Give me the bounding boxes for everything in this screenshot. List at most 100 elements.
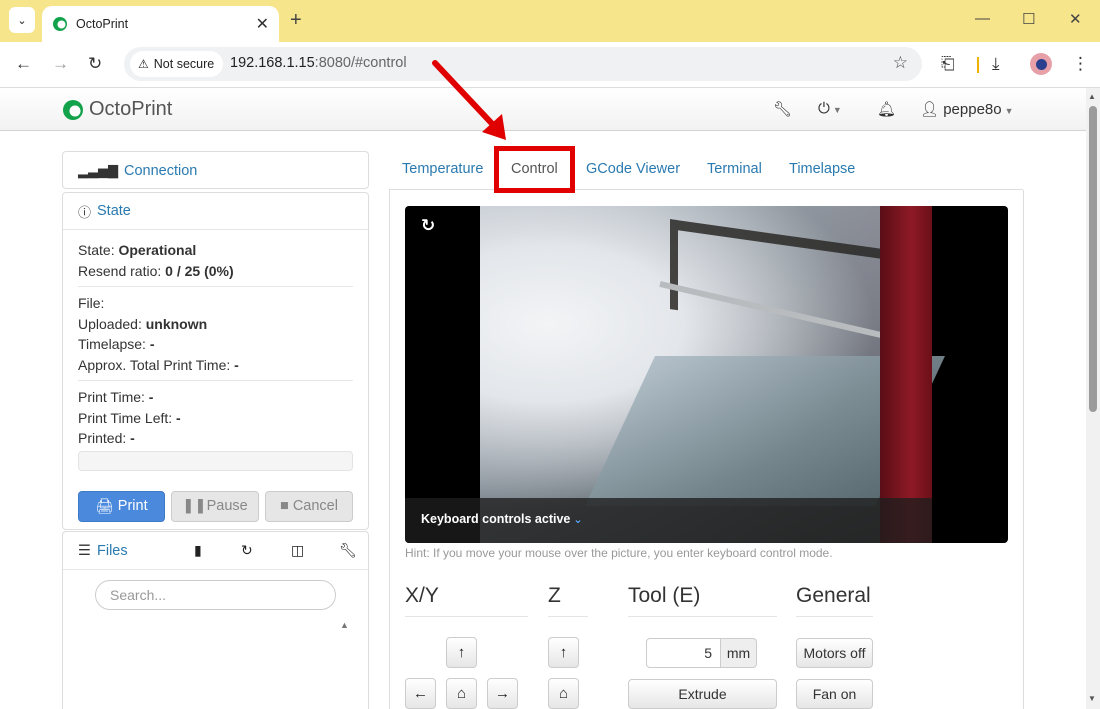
- x-minus-button[interactable]: ←: [405, 678, 436, 709]
- scroll-thumb[interactable]: [1089, 106, 1097, 412]
- timelapse-line: Timelapse: -: [78, 336, 155, 352]
- new-tab-button[interactable]: +: [290, 9, 302, 32]
- download-icon[interactable]: ⤓: [992, 54, 1000, 74]
- files-wrench-icon[interactable]: 🔧︎: [339, 542, 357, 559]
- keyboard-controls-label[interactable]: Keyboard controls active ⌄: [421, 512, 583, 526]
- annotation-highlight-box: [494, 146, 575, 193]
- fan-on-button[interactable]: Fan on: [796, 679, 873, 709]
- y-plus-button[interactable]: ↑: [446, 637, 477, 668]
- info-icon: ⓘ: [78, 204, 92, 220]
- webcam-frame-shape: [670, 219, 910, 343]
- print-time-value: -: [148, 389, 154, 405]
- z-heading: Z: [548, 584, 561, 607]
- uploaded-value: unknown: [145, 315, 208, 332]
- file-line: File:: [78, 295, 105, 311]
- webcam-stream[interactable]: ↻ Keyboard controls active ⌄: [405, 206, 1008, 543]
- state-body: State: Operational Resend ratio: 0 / 25 …: [63, 230, 368, 522]
- tab-temperature[interactable]: Temperature: [402, 161, 483, 177]
- home-icon: ⌂: [558, 685, 569, 702]
- minimize-icon[interactable]: —: [975, 10, 990, 27]
- url-rest: :8080/#control: [314, 55, 407, 71]
- print-time-line: Print Time: -: [78, 389, 154, 405]
- connection-panel: ▂▃▅▇ Connection: [62, 151, 369, 189]
- browser-tab[interactable]: OctoPrint ✕: [42, 6, 279, 42]
- webcam-refresh-icon[interactable]: ↻: [421, 216, 435, 236]
- notifications-bell-icon[interactable]: 🔔︎: [877, 100, 896, 118]
- extrude-button[interactable]: Extrude: [628, 679, 777, 709]
- x-plus-button[interactable]: →: [487, 678, 518, 709]
- extrude-amount-input[interactable]: 5: [646, 638, 721, 668]
- z-home-button[interactable]: ⌂: [548, 678, 579, 709]
- menu-kebab-icon[interactable]: ⋮: [1072, 54, 1089, 74]
- state-value: Operational: [118, 242, 197, 258]
- home-icon: ⌂: [456, 685, 467, 702]
- brand[interactable]: OctoPrint: [62, 98, 172, 121]
- security-chip[interactable]: ⚠ Not secure: [130, 51, 224, 77]
- z-plus-button[interactable]: ↑: [548, 637, 579, 668]
- toolbar-separator: [977, 57, 979, 73]
- octoprint-navbar: OctoPrint 🔧︎ ⏻ ▼ 🔔︎ 👤︎ peppe8o ▼: [0, 88, 1086, 131]
- tab-terminal[interactable]: Terminal: [707, 161, 762, 177]
- connection-header[interactable]: ▂▃▅▇ Connection: [63, 152, 368, 189]
- approx-total-time-value: -: [234, 356, 239, 373]
- folder-tree-icon[interactable]: ◫: [291, 542, 304, 559]
- page-scrollbar[interactable]: ▲ ▼: [1086, 88, 1100, 709]
- state-header[interactable]: ⓘ State: [63, 193, 368, 230]
- tab-close-icon[interactable]: ✕: [256, 14, 269, 34]
- scroll-down-icon[interactable]: ▼: [1088, 694, 1096, 703]
- forward-icon[interactable]: →: [52, 54, 69, 74]
- divider: [78, 286, 353, 287]
- sd-card-icon[interactable]: ▮: [194, 542, 202, 559]
- tab-title: OctoPrint: [76, 17, 129, 31]
- arrow-up-icon: ↑: [559, 644, 568, 661]
- xy-rule: [405, 616, 528, 617]
- job-buttons: 🖨︎ Print ❚❚ Pause ■ Cancel: [78, 490, 353, 522]
- tool-rule: [628, 616, 777, 617]
- maximize-icon[interactable]: ☐: [1022, 10, 1035, 28]
- state-panel: ⓘ State State: Operational Resend ratio:…: [62, 192, 369, 530]
- files-search-input[interactable]: Search...: [95, 580, 336, 610]
- webcam-red-object: [880, 206, 932, 543]
- reload-icon[interactable]: ↻: [88, 54, 102, 74]
- annotation-arrow-icon: [432, 60, 506, 140]
- tab-search-button[interactable]: ⌄: [9, 7, 35, 33]
- back-icon[interactable]: ←: [15, 54, 32, 74]
- tool-heading: Tool (E): [628, 584, 701, 607]
- profile-avatar[interactable]: [1030, 53, 1052, 75]
- files-scroll-up-icon[interactable]: ▲: [340, 620, 349, 630]
- scroll-up-icon[interactable]: ▲: [1088, 92, 1096, 101]
- connection-label: Connection: [124, 162, 198, 179]
- arrow-up-icon: ↑: [457, 644, 466, 661]
- bookmark-star-icon[interactable]: ☆: [893, 53, 908, 73]
- printed-line: Printed: -: [78, 430, 135, 446]
- motors-off-button[interactable]: Motors off: [796, 638, 873, 668]
- cancel-button[interactable]: ■ Cancel: [265, 490, 353, 522]
- webcam-image: [480, 206, 945, 543]
- state-line: State: Operational: [78, 242, 197, 258]
- pause-icon: ❚❚: [182, 498, 207, 514]
- url-text[interactable]: 192.168.1.15:8080/#control: [230, 55, 407, 71]
- state-label: State: [97, 203, 131, 219]
- extrude-amount-group: 5 mm: [646, 638, 757, 668]
- chevron-down-icon: ⌄: [573, 514, 583, 526]
- uploaded-line: Uploaded: unknown: [78, 315, 208, 332]
- resend-ratio-line: Resend ratio: 0 / 25 (0%): [78, 262, 234, 279]
- close-window-icon[interactable]: ✕: [1069, 10, 1082, 28]
- files-header[interactable]: ☰ Files: [63, 532, 368, 570]
- xy-home-button[interactable]: ⌂: [446, 678, 477, 709]
- print-button[interactable]: 🖨︎ Print: [78, 490, 165, 522]
- refresh-files-icon[interactable]: ↻: [241, 542, 253, 559]
- url-host: 192.168.1.15: [230, 55, 315, 71]
- extensions-icon[interactable]: ⎗: [941, 54, 955, 74]
- power-menu[interactable]: ⏻ ▼: [818, 100, 842, 117]
- pause-button[interactable]: ❚❚ Pause: [171, 490, 259, 522]
- omnibox[interactable]: ⚠ Not secure 192.168.1.15:8080/#control …: [124, 47, 922, 81]
- tab-timelapse[interactable]: Timelapse: [789, 161, 855, 177]
- webcam-hint: Hint: If you move your mouse over the pi…: [405, 546, 833, 560]
- user-menu[interactable]: 👤︎ peppe8o ▼: [920, 100, 1014, 118]
- timelapse-value: -: [149, 336, 155, 352]
- print-progress-bar: [78, 450, 353, 471]
- keyboard-controls-bar: Keyboard controls active ⌄: [405, 498, 932, 543]
- settings-wrench-icon[interactable]: 🔧︎: [773, 100, 792, 118]
- tab-gcode-viewer[interactable]: GCode Viewer: [586, 161, 680, 177]
